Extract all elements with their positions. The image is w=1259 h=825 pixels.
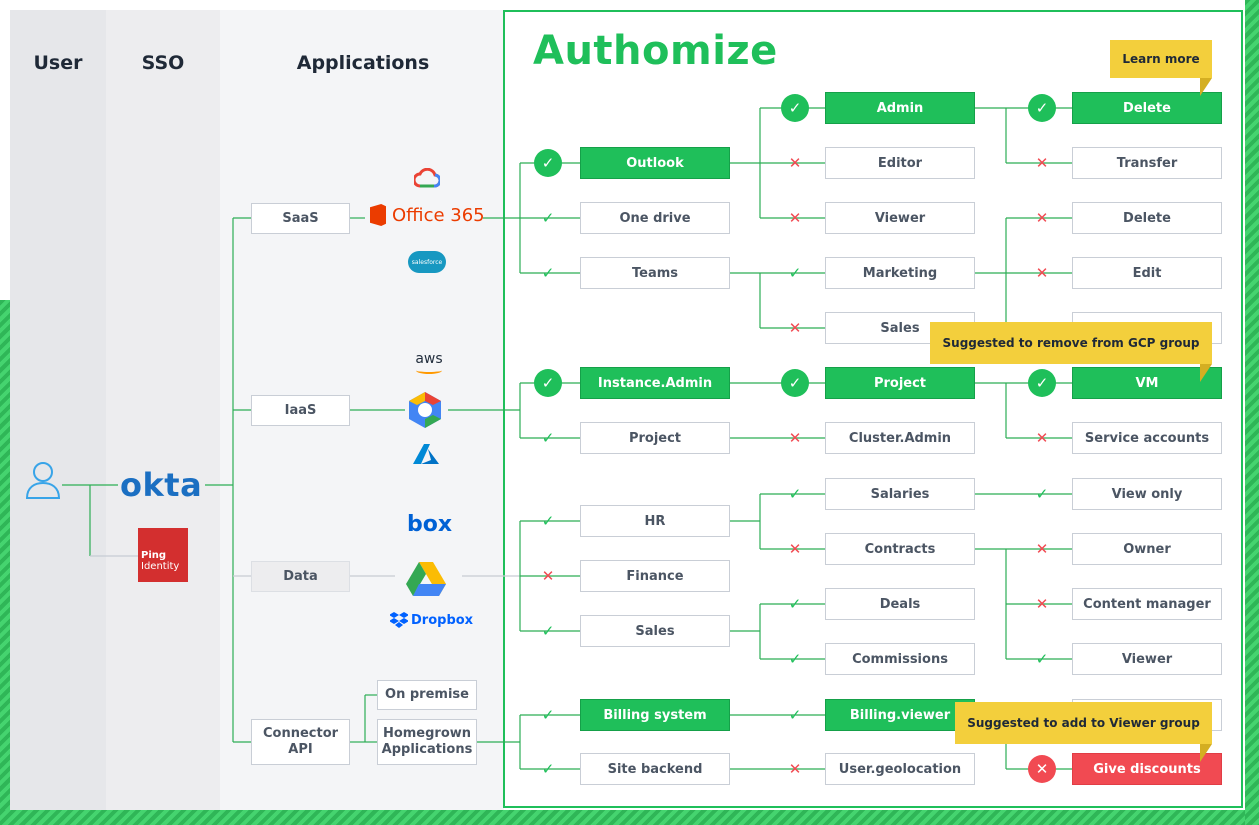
check-icon-view-only: ✓	[1035, 485, 1049, 503]
x-icon-service-accounts: ✕	[1035, 429, 1049, 447]
aws-text: aws	[415, 351, 443, 367]
office-icon	[370, 204, 386, 226]
node-admin: Admin	[825, 92, 975, 124]
node-deals: Deals	[825, 588, 975, 620]
x-icon-content-manager: ✕	[1035, 595, 1049, 613]
check-icon-hr: ✓	[541, 512, 555, 530]
category-iaas: IaaS	[251, 395, 350, 426]
node-editor: Editor	[825, 147, 975, 179]
node-contracts: Contracts	[825, 533, 975, 565]
dropbox-icon	[390, 612, 408, 628]
x-icon-transfer: ✕	[1035, 154, 1049, 172]
node-billing-viewer: Billing.viewer	[825, 699, 975, 731]
google-drive-icon	[406, 562, 446, 596]
check-icon-delete-1: ✓	[1028, 94, 1056, 122]
x-icon-owner: ✕	[1035, 540, 1049, 558]
check-icon-onedrive: ✓	[541, 209, 555, 227]
on-premise-box: On premise	[377, 680, 477, 710]
node-hr: HR	[580, 505, 730, 537]
gcp-suggestion-callout[interactable]: Suggested to remove from GCP group	[930, 322, 1212, 364]
node-content-manager: Content manager	[1072, 588, 1222, 620]
check-icon-marketing: ✓	[788, 264, 802, 282]
ping-text: Ping	[141, 550, 167, 561]
node-marketing: Marketing	[825, 257, 975, 289]
ping-identity-logo: Ping Identity	[138, 528, 188, 582]
salesforce-logo: salesforce	[408, 251, 446, 273]
node-delete-1: Delete	[1072, 92, 1222, 124]
viewer-callout-fold	[1200, 744, 1212, 762]
check-icon-salaries: ✓	[788, 485, 802, 503]
node-teams: Teams	[580, 257, 730, 289]
x-icon-edit: ✕	[1035, 264, 1049, 282]
node-owner: Owner	[1072, 533, 1222, 565]
identity-text: Identity	[141, 561, 180, 572]
check-icon-site-backend: ✓	[541, 760, 555, 778]
check-icon-sales: ✓	[541, 622, 555, 640]
x-icon-sales-role: ✕	[788, 319, 802, 337]
check-icon-admin: ✓	[781, 94, 809, 122]
node-delete-2: Delete	[1072, 202, 1222, 234]
gcp-callout-fold	[1200, 364, 1212, 382]
check-icon-deals: ✓	[788, 595, 802, 613]
okta-logo: okta	[120, 466, 203, 504]
check-icon-commissions: ✓	[788, 650, 802, 668]
check-icon-billing-viewer: ✓	[788, 706, 802, 724]
node-project: Project	[580, 422, 730, 454]
node-sales-app: Sales	[580, 615, 730, 647]
node-viewer-role: Viewer	[825, 202, 975, 234]
node-salaries: Salaries	[825, 478, 975, 510]
x-icon-delete-2: ✕	[1035, 209, 1049, 227]
box-logo: box	[407, 512, 453, 537]
node-site-backend: Site backend	[580, 753, 730, 785]
x-icon-viewer: ✕	[788, 209, 802, 227]
salesforce-text: salesforce	[411, 258, 443, 266]
learn-more-callout[interactable]: Learn more	[1110, 40, 1212, 78]
check-icon-vm: ✓	[1028, 369, 1056, 397]
category-saas: SaaS	[251, 203, 350, 234]
node-one-drive: One drive	[580, 202, 730, 234]
aws-logo: aws	[412, 352, 446, 374]
node-edit: Edit	[1072, 257, 1222, 289]
google-cloud-icon	[414, 168, 440, 188]
node-commissions: Commissions	[825, 643, 975, 675]
check-icon-billing-system: ✓	[541, 706, 555, 724]
check-icon-outlook: ✓	[534, 149, 562, 177]
node-billing-system: Billing system	[580, 699, 730, 731]
node-viewer-perm: Viewer	[1072, 643, 1222, 675]
check-icon-project: ✓	[541, 429, 555, 447]
user-icon	[25, 462, 61, 499]
check-icon-viewer-perm: ✓	[1035, 650, 1049, 668]
x-icon-cluster-admin: ✕	[788, 429, 802, 447]
category-data: Data	[251, 561, 350, 592]
node-cluster-admin: Cluster.Admin	[825, 422, 975, 454]
x-icon-editor: ✕	[788, 154, 802, 172]
check-icon-project-role: ✓	[781, 369, 809, 397]
node-service-accounts: Service accounts	[1072, 422, 1222, 454]
node-project-role: Project	[825, 367, 975, 399]
category-connector-api: Connector API	[251, 719, 350, 765]
check-icon-teams: ✓	[541, 264, 555, 282]
homegrown-apps-box: Homegrown Applications	[377, 719, 477, 765]
x-icon-give-discounts: ✕	[1028, 755, 1056, 783]
google-compute-engine-icon	[409, 392, 441, 428]
x-icon-contracts: ✕	[788, 540, 802, 558]
node-finance: Finance	[580, 560, 730, 592]
node-instance-admin: Instance.Admin	[580, 367, 730, 399]
aws-smile-icon	[416, 367, 442, 374]
viewer-suggestion-callout[interactable]: Suggested to add to Viewer group	[955, 702, 1212, 744]
office365-logo: Office 365	[370, 204, 485, 226]
node-transfer: Transfer	[1072, 147, 1222, 179]
office365-text: Office 365	[392, 204, 485, 226]
x-icon-finance: ✕	[541, 567, 555, 585]
node-user-geolocation: User.geolocation	[825, 753, 975, 785]
node-view-only: View only	[1072, 478, 1222, 510]
learn-more-callout-fold	[1200, 78, 1212, 96]
node-outlook: Outlook	[580, 147, 730, 179]
dropbox-text: Dropbox	[411, 612, 474, 628]
x-icon-user-geolocation: ✕	[788, 760, 802, 778]
azure-icon	[413, 444, 439, 464]
dropbox-logo: Dropbox	[390, 612, 473, 628]
check-icon-instance-admin: ✓	[534, 369, 562, 397]
